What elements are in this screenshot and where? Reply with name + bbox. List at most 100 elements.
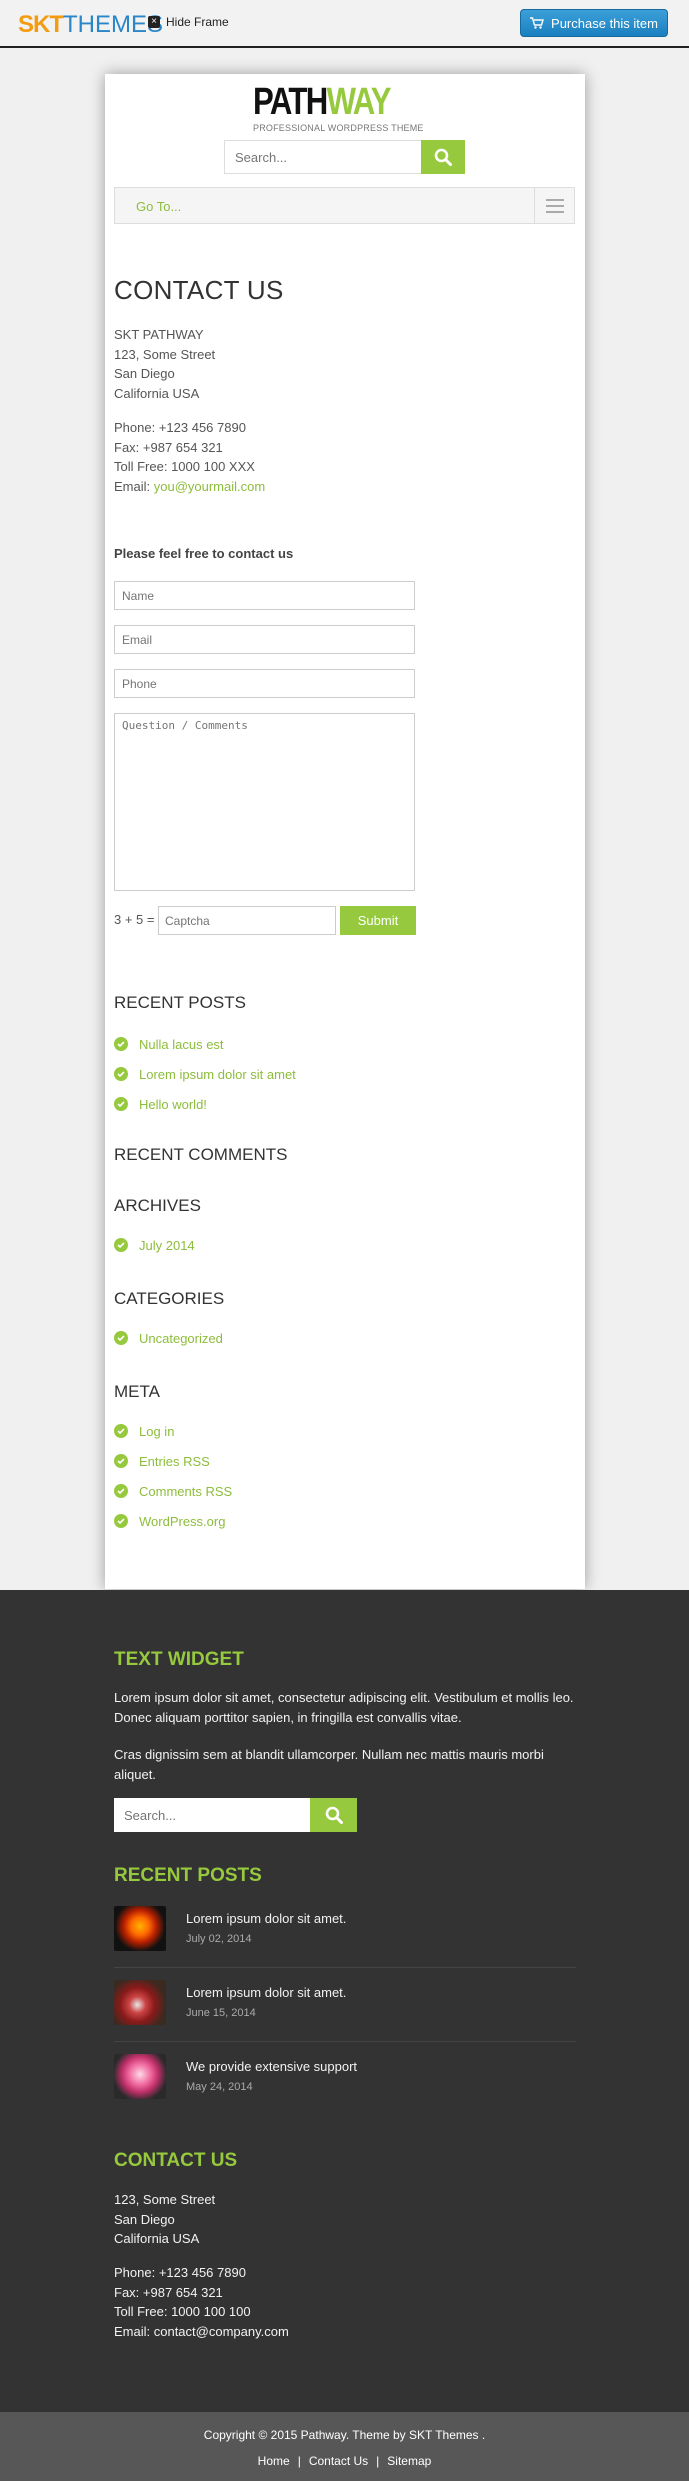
archives-list: July 2014 — [114, 1230, 195, 1260]
skt-themes-logo[interactable]: SKTTHEMES — [18, 11, 163, 39]
divider — [114, 2041, 576, 2042]
captcha-field[interactable] — [158, 906, 336, 935]
archives-heading: ARCHIVES — [114, 1196, 201, 1215]
address-line: California USA — [114, 385, 200, 401]
address-line: San Diego — [114, 366, 175, 381]
footer-phone: Phone: +123 456 7890 — [114, 2265, 246, 2280]
footer-address: 123, Some Street San Diego California US… — [114, 2190, 576, 2249]
address-line: 123, Some Street — [114, 2192, 216, 2207]
close-icon: × — [148, 16, 160, 28]
email-field[interactable] — [114, 625, 415, 654]
recent-comments-heading: RECENT COMMENTS — [114, 1145, 288, 1164]
post-date: July 02, 2014 — [186, 1933, 252, 1945]
post-thumbnail[interactable] — [114, 1980, 166, 2025]
link-separator: | — [297, 2454, 301, 2468]
contact-address: SKT PATHWAY 123, Some Street San Diego C… — [114, 325, 215, 403]
check-circle-icon — [114, 1484, 128, 1498]
link-separator: | — [376, 2454, 380, 2468]
hamburger-icon-bar — [545, 204, 564, 207]
address-line: 123, Some Street — [114, 346, 216, 362]
name-field[interactable] — [114, 581, 415, 610]
search-button[interactable] — [421, 140, 465, 174]
goto-dropdown[interactable]: Go To... — [136, 199, 181, 214]
form-heading: Please feel free to contact us — [114, 546, 294, 561]
check-circle-icon — [114, 1331, 128, 1345]
check-circle-icon — [114, 1097, 128, 1111]
phone-field[interactable] — [114, 669, 415, 698]
post-date: May 24, 2014 — [186, 2081, 253, 2093]
post-thumbnail[interactable] — [114, 2054, 166, 2099]
check-circle-icon — [114, 1067, 128, 1081]
purchase-label: Purchase this item — [551, 15, 658, 31]
hide-frame-link[interactable]: × Hide Frame — [148, 15, 229, 29]
footer-link-contact[interactable]: Contact Us — [309, 2454, 368, 2468]
submit-button[interactable]: Submit — [340, 906, 416, 935]
check-circle-icon — [114, 1424, 128, 1438]
check-circle-icon — [114, 1454, 128, 1468]
list-item[interactable]: Nulla lacus est — [114, 1029, 296, 1059]
menu-toggle-button[interactable] — [534, 188, 574, 223]
footer-search-input[interactable] — [114, 1798, 310, 1832]
footer-links: Home | Contact Us | Sitemap — [0, 2454, 689, 2468]
footer-email: Email: contact@company.com — [114, 2323, 289, 2339]
post-date: June 15, 2014 — [186, 2007, 256, 2019]
footer-post-item[interactable]: Lorem ipsum dolor sit amet. June 15, 201… — [114, 1980, 576, 2028]
recent-posts-list: Nulla lacus est Lorem ipsum dolor sit am… — [114, 1029, 296, 1119]
list-item[interactable]: Hello world! — [114, 1089, 296, 1119]
contact-toll-free: Toll Free: 1000 100 XXX — [114, 459, 255, 474]
archive-link[interactable]: July 2014 — [139, 1238, 195, 1253]
cart-icon — [530, 17, 544, 29]
categories-list: Uncategorized — [114, 1323, 223, 1353]
preview-frame-bar: SKTTHEMES × Hide Frame Purchase this ite… — [0, 0, 689, 48]
contact-email-label: Email: — [114, 478, 154, 494]
meta-link-entries-rss[interactable]: Entries RSS — [139, 1454, 210, 1469]
text-widget-paragraph: Cras dignissim sem at blandit ullamcorpe… — [114, 1747, 544, 1782]
contact-fax: Fax: +987 654 321 — [114, 439, 223, 455]
post-thumbnail[interactable] — [114, 1906, 166, 1951]
meta-link-wordpress[interactable]: WordPress.org — [139, 1514, 225, 1529]
list-item[interactable]: Uncategorized — [114, 1323, 223, 1353]
search-icon — [325, 1806, 343, 1824]
post-title-link[interactable]: We provide extensive support — [186, 2059, 357, 2074]
list-item[interactable]: Entries RSS — [114, 1446, 232, 1476]
comments-field[interactable] — [114, 713, 415, 891]
footer-search-button[interactable] — [310, 1798, 357, 1832]
list-item[interactable]: Log in — [114, 1416, 232, 1446]
address-line: SKT PATHWAY — [114, 327, 204, 342]
captcha-question: 3 + 5 = — [114, 912, 155, 927]
contact-phone: Phone: +123 456 7890 — [114, 420, 246, 435]
contact-details: Phone: +123 456 7890 Fax: +987 654 321 T… — [114, 418, 265, 496]
check-circle-icon — [114, 1514, 128, 1528]
search-input[interactable] — [224, 140, 421, 174]
meta-list: Log in Entries RSS Comments RSS WordPres… — [114, 1416, 232, 1536]
recent-post-link[interactable]: Hello world! — [139, 1097, 207, 1112]
footer-link-home[interactable]: Home — [258, 2454, 290, 2468]
post-title-link[interactable]: Lorem ipsum dolor sit amet. — [186, 1985, 346, 2000]
footer-post-item[interactable]: We provide extensive support May 24, 201… — [114, 2054, 576, 2102]
purchase-button[interactable]: Purchase this item — [520, 9, 668, 37]
post-title-link[interactable]: Lorem ipsum dolor sit amet. — [186, 1911, 346, 1926]
divider — [114, 1967, 576, 1968]
logo-part-way: WAY — [326, 81, 392, 123]
footer-contact-heading: CONTACT US — [114, 2150, 238, 2171]
contact-email-link[interactable]: you@yourmail.com — [154, 479, 265, 494]
hamburger-icon — [545, 198, 564, 201]
logo-part-skt: SKT — [18, 11, 64, 38]
meta-link-comments-rss[interactable]: Comments RSS — [139, 1484, 232, 1499]
list-item[interactable]: Lorem ipsum dolor sit amet — [114, 1059, 296, 1089]
footer-post-item[interactable]: Lorem ipsum dolor sit amet. July 02, 201… — [114, 1906, 576, 1954]
site-logo[interactable]: PATHWAY PROFESSIONAL WORDPRESS THEME — [253, 83, 453, 133]
recent-post-link[interactable]: Nulla lacus est — [139, 1037, 224, 1052]
check-circle-icon — [114, 1238, 128, 1252]
footer-link-sitemap[interactable]: Sitemap — [387, 2454, 431, 2468]
list-item[interactable]: WordPress.org — [114, 1506, 232, 1536]
page-title: CONTACT US — [114, 275, 284, 305]
list-item[interactable]: Comments RSS — [114, 1476, 232, 1506]
text-widget-paragraph: Lorem ipsum dolor sit amet, consectetur … — [114, 1690, 574, 1725]
meta-link-login[interactable]: Log in — [139, 1424, 174, 1439]
copyright-bar: Copyright © 2015 Pathway. Theme by SKT T… — [0, 2412, 689, 2481]
category-link[interactable]: Uncategorized — [139, 1331, 223, 1346]
recent-post-link[interactable]: Lorem ipsum dolor sit amet — [139, 1067, 296, 1082]
list-item[interactable]: July 2014 — [114, 1230, 195, 1260]
check-circle-icon — [114, 1037, 128, 1051]
